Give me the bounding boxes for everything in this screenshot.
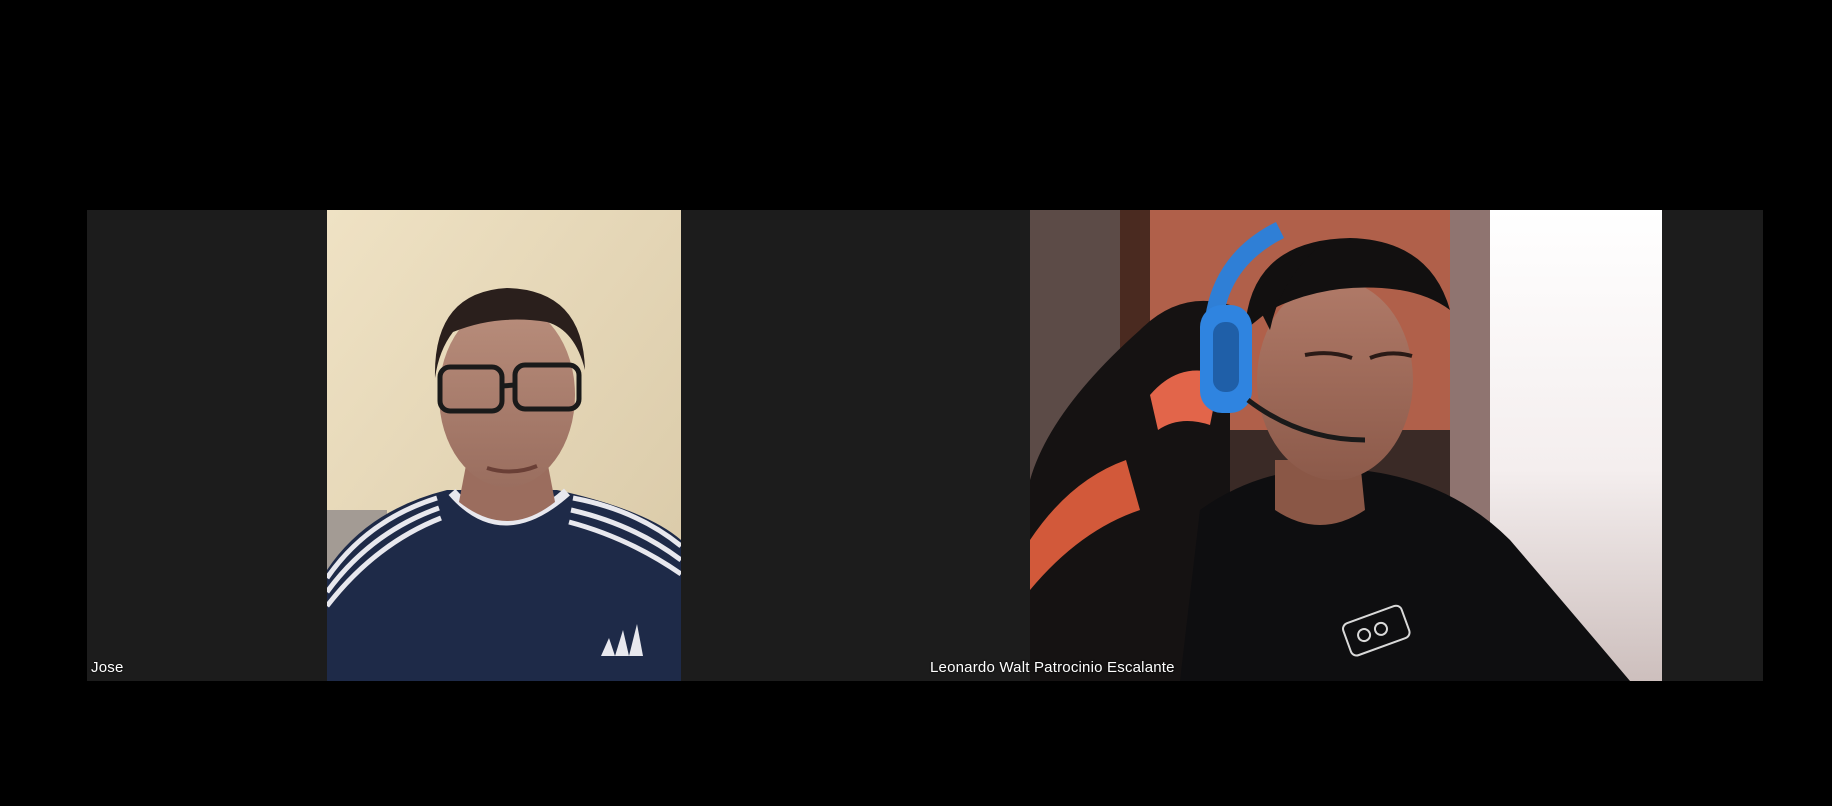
participant-name-label: Jose (91, 659, 124, 676)
webcam-feed-jose (327, 210, 681, 681)
participant-video-jose (327, 210, 681, 681)
participant-tile-leonardo[interactable]: Leonardo Walt Patrocinio Escalante (923, 210, 1763, 681)
participant-video-leonardo (1030, 210, 1662, 681)
video-call-stage: Jose Leonardo Walt Patrocinio Escalante (0, 0, 1832, 806)
participant-tile-jose[interactable]: Jose (87, 210, 923, 681)
participant-name-label: Leonardo Walt Patrocinio Escalante (930, 659, 1175, 676)
webcam-feed-leonardo (1030, 210, 1662, 681)
